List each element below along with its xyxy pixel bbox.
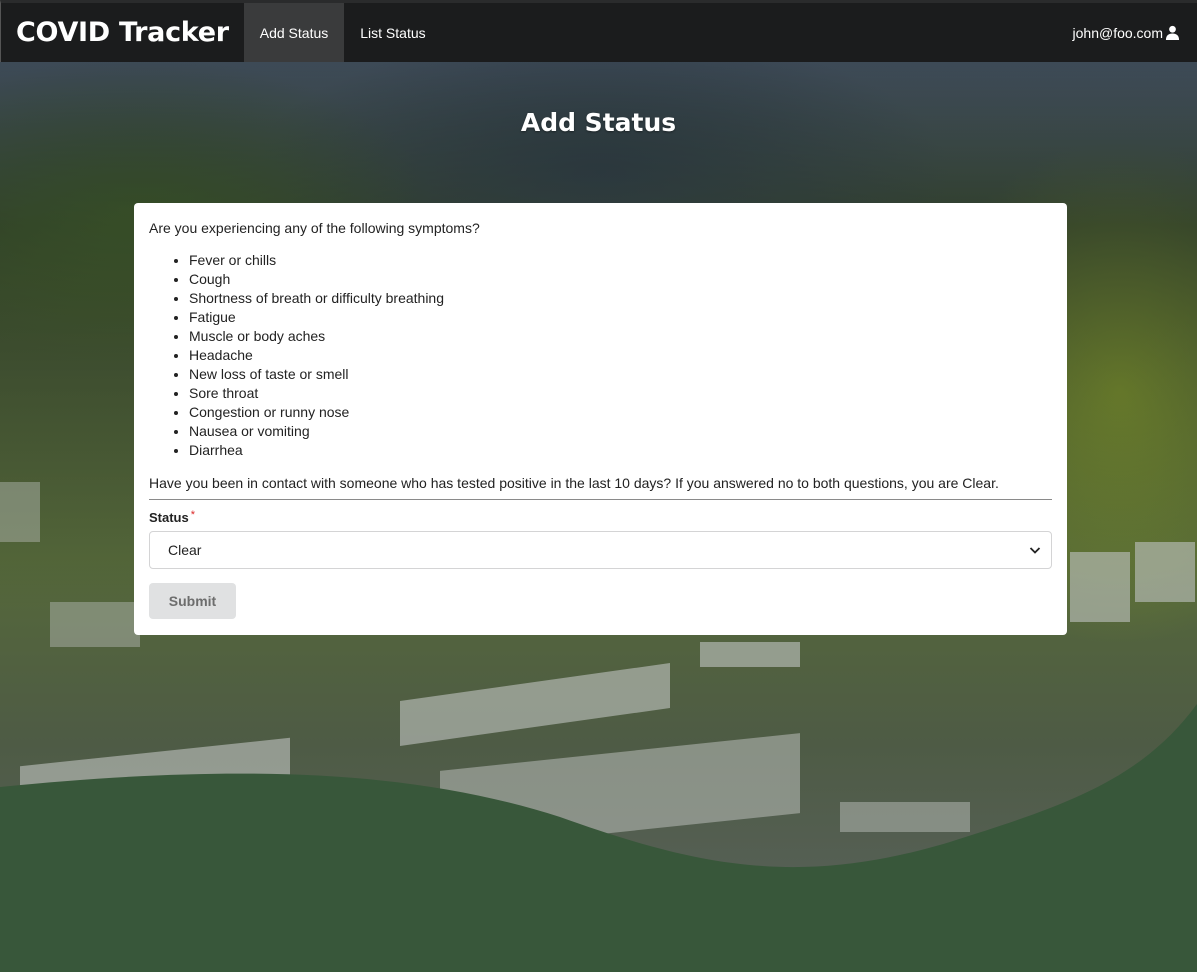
symptom-list: Fever or chills Cough Shortness of breat…	[189, 251, 1052, 460]
status-label: Status	[149, 510, 189, 525]
status-selected-value: Clear	[168, 542, 202, 558]
list-item: Diarrhea	[189, 441, 1052, 460]
status-select[interactable]: Clear	[149, 531, 1052, 569]
nav-list-status[interactable]: List Status	[344, 3, 441, 62]
divider	[149, 499, 1052, 500]
list-item: Fever or chills	[189, 251, 1052, 270]
building-shape	[1135, 542, 1195, 602]
nav-add-status[interactable]: Add Status	[243, 3, 345, 62]
list-item: Cough	[189, 270, 1052, 289]
building-shape	[1070, 552, 1130, 622]
list-item: Shortness of breath or difficulty breath…	[189, 289, 1052, 308]
page-title: Add Status	[520, 108, 677, 137]
chevron-down-icon	[1029, 547, 1041, 554]
list-item: Muscle or body aches	[189, 327, 1052, 346]
list-item: Nausea or vomiting	[189, 422, 1052, 441]
required-marker: *	[190, 509, 196, 521]
top-navbar: COVID Tracker Add Status List Status joh…	[0, 0, 1197, 62]
contact-question: Have you been in contact with someone wh…	[149, 475, 999, 491]
symptom-question: Are you experiencing any of the followin…	[149, 220, 480, 236]
user-icon	[1165, 25, 1180, 40]
user-email: john@foo.com	[1072, 24, 1163, 41]
submit-button[interactable]: Submit	[149, 583, 236, 619]
building-shape	[700, 642, 800, 667]
building-shape	[50, 602, 140, 647]
list-item: Headache	[189, 346, 1052, 365]
building-shape	[0, 482, 40, 542]
green-wave-footer	[0, 704, 1197, 972]
list-item: Sore throat	[189, 384, 1052, 403]
list-item: Fatigue	[189, 308, 1052, 327]
brand-title[interactable]: COVID Tracker	[1, 3, 244, 62]
list-item: New loss of taste or smell	[189, 365, 1052, 384]
list-item: Congestion or runny nose	[189, 403, 1052, 422]
user-menu[interactable]: john@foo.com	[1073, 3, 1197, 62]
add-status-form: Are you experiencing any of the followin…	[134, 203, 1067, 635]
